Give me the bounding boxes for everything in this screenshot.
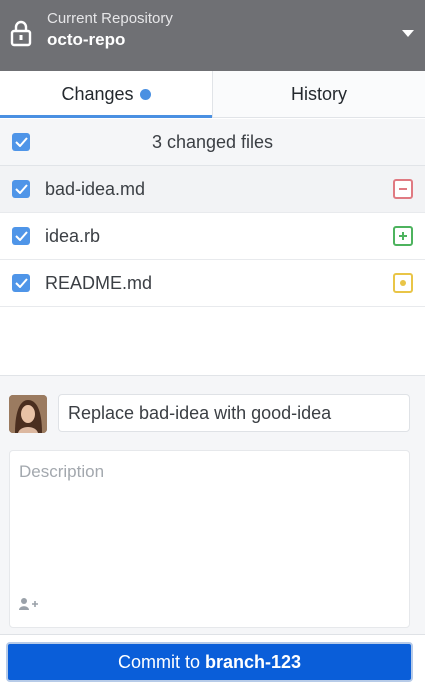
current-repository-dropdown[interactable]: Current Repository octo-repo — [0, 0, 425, 71]
tab-changes-label: Changes — [61, 83, 134, 104]
dot-icon — [393, 273, 413, 293]
repository-label: Current Repository octo-repo — [47, 10, 173, 52]
commit-panel: Commit to branch-123 — [0, 375, 425, 693]
commit-branch-name: branch-123 — [204, 651, 302, 672]
checkmark-icon — [14, 184, 28, 194]
changed-files-count: 3 changed files — [151, 131, 274, 152]
file-row-bad-idea[interactable]: bad-idea.md — [0, 166, 425, 213]
minus-icon — [393, 179, 413, 199]
lock-icon — [10, 20, 32, 47]
file-row-idea[interactable]: idea.rb — [0, 213, 425, 260]
repository-caption: Current Repository — [47, 10, 173, 27]
caret-down-icon — [402, 30, 414, 37]
commit-description-input[interactable] — [10, 451, 409, 591]
tab-history-label: History — [290, 83, 347, 104]
commit-description-box — [9, 450, 410, 628]
tab-bar: Changes History — [0, 71, 425, 118]
file-row-readme[interactable]: README.md — [0, 260, 425, 307]
commit-summary-input[interactable] — [58, 394, 410, 432]
file-name: README.md — [45, 272, 153, 293]
file-checkbox[interactable] — [12, 274, 30, 292]
file-checkbox[interactable] — [12, 180, 30, 198]
tab-history[interactable]: History — [212, 71, 425, 117]
file-name: idea.rb — [45, 225, 101, 246]
checkmark-icon — [14, 231, 28, 241]
changes-indicator-icon — [139, 88, 151, 100]
file-checkbox[interactable] — [12, 227, 30, 245]
avatar — [9, 395, 47, 433]
commit-button[interactable]: Commit to branch-123 — [6, 642, 413, 682]
add-coauthor-icon[interactable] — [19, 597, 39, 611]
repository-name: octo-repo — [47, 30, 126, 49]
plus-icon — [393, 226, 413, 246]
file-name: bad-idea.md — [45, 178, 146, 199]
commit-button-area: Commit to branch-123 — [0, 634, 425, 693]
tab-changes[interactable]: Changes — [0, 71, 212, 118]
commit-button-prefix: Commit to — [117, 651, 200, 672]
checkmark-icon — [14, 278, 28, 288]
changed-files-header: 3 changed files — [0, 119, 425, 166]
